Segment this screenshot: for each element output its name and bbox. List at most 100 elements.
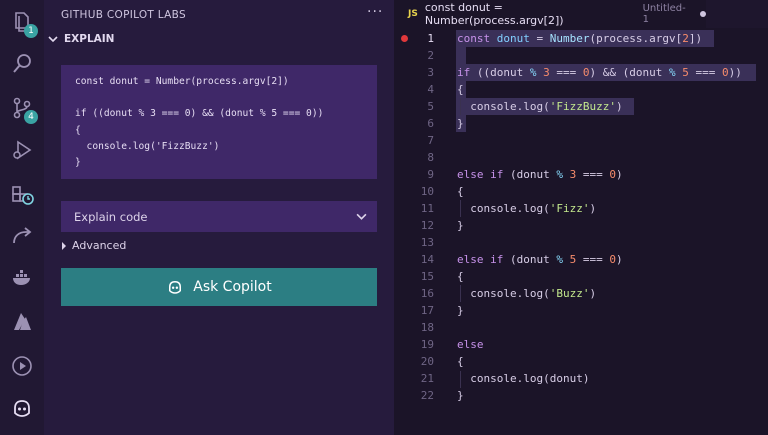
- line-number: 11: [420, 202, 434, 215]
- line-text: else if (donut % 5 === 0): [457, 253, 623, 266]
- line-number: 15: [420, 270, 434, 283]
- line-text: if ((donut % 3 === 0) && (donut % 5 === …: [457, 66, 742, 79]
- ask-copilot-button[interactable]: Ask Copilot: [61, 268, 377, 306]
- explorer-badge: 1: [24, 24, 38, 38]
- activity-bar: 1 4: [0, 0, 44, 435]
- selected-code-preview: const donut = Number(process.argv[2]) if…: [61, 65, 377, 179]
- code-line: 1 const donut = Number(process.argv[2]): [394, 30, 768, 47]
- code-line: console.log('FizzBuzz'): [75, 140, 220, 152]
- explain-section-header[interactable]: EXPLAIN: [48, 33, 114, 45]
- remote-icon: [13, 227, 32, 244]
- code-line: 11 console.log('Fizz'): [394, 200, 768, 217]
- line-text: else: [457, 338, 484, 351]
- code-line: 12 }: [394, 217, 768, 234]
- chevron-down-icon: [356, 213, 367, 220]
- editor-tab-bar: JS const donut = Number(process.argv[2])…: [394, 0, 768, 28]
- line-text: }: [457, 117, 464, 130]
- line-text: console.log('Fizz'): [457, 202, 597, 215]
- line-text: else if (donut % 3 === 0): [457, 168, 623, 181]
- panel-title: GITHUB COPILOT LABS: [61, 9, 186, 21]
- line-text: console.log(donut): [457, 372, 590, 385]
- code-line: 10 {: [394, 183, 768, 200]
- code-line: 13: [394, 234, 768, 251]
- code-line: 17 }: [394, 302, 768, 319]
- explorer-button[interactable]: 1: [0, 2, 44, 42]
- extensions-button[interactable]: [0, 174, 44, 214]
- line-number: 2: [427, 49, 434, 62]
- line-number: 4: [427, 83, 434, 96]
- line-number: 12: [420, 219, 434, 232]
- section-title: EXPLAIN: [64, 33, 115, 45]
- play-button[interactable]: [0, 346, 44, 386]
- docker-icon: [13, 270, 30, 285]
- line-number: 6: [427, 117, 434, 130]
- line-number: 7: [427, 134, 434, 147]
- code-line: 20 {: [394, 353, 768, 370]
- line-text: console.log('Buzz'): [457, 287, 597, 300]
- code-line: 19 else: [394, 336, 768, 353]
- code-line: 15 {: [394, 268, 768, 285]
- line-number: 20: [420, 355, 434, 368]
- more-actions-button[interactable]: ···: [367, 4, 383, 20]
- code-line: 16 console.log('Buzz'): [394, 285, 768, 302]
- code-line: if ((donut % 3 === 0) && (donut % 5 === …: [75, 108, 324, 120]
- extensions-icon: [12, 186, 34, 205]
- copilot-icon: [14, 400, 30, 417]
- code-line: 22 }: [394, 387, 768, 404]
- line-number: 14: [420, 253, 434, 266]
- code-line: }: [75, 156, 81, 168]
- line-text: console.log('FizzBuzz'): [457, 100, 623, 113]
- line-text: const donut = Number(process.argv[2]): [457, 32, 703, 45]
- search-icon: [13, 54, 31, 73]
- code-line: 3 if ((donut % 3 === 0) && (donut % 5 ==…: [394, 64, 768, 81]
- javascript-file-icon: JS: [408, 9, 418, 19]
- unsaved-dot-icon[interactable]: [700, 11, 706, 17]
- run-debug-button[interactable]: [0, 130, 44, 170]
- code-line: 5 console.log('FizzBuzz'): [394, 98, 768, 115]
- remote-button[interactable]: [0, 216, 44, 256]
- line-text: }: [457, 304, 464, 317]
- code-line: 4 {: [394, 81, 768, 98]
- line-number: 5: [427, 100, 434, 113]
- play-icon: [12, 356, 32, 376]
- azure-button[interactable]: [0, 302, 44, 342]
- advanced-toggle[interactable]: Advanced: [61, 239, 126, 252]
- action-select[interactable]: Explain code: [61, 201, 377, 232]
- line-number: 18: [420, 321, 434, 334]
- docker-button[interactable]: [0, 258, 44, 298]
- code-editor[interactable]: 1 const donut = Number(process.argv[2]) …: [394, 28, 768, 435]
- code-line: const donut = Number(process.argv[2]): [75, 76, 289, 87]
- copilot-labs-button[interactable]: [0, 388, 44, 428]
- line-number: 22: [420, 389, 434, 402]
- code-line: 7: [394, 132, 768, 149]
- advanced-label: Advanced: [72, 239, 127, 252]
- tab-path: Untitled-1: [642, 3, 686, 25]
- editor-tab[interactable]: JS const donut = Number(process.argv[2])…: [394, 0, 706, 28]
- code-line: 14 else if (donut % 5 === 0): [394, 251, 768, 268]
- line-number: 17: [420, 304, 434, 317]
- chevron-down-icon: [48, 36, 58, 43]
- line-number: 1: [427, 32, 434, 45]
- line-number: 8: [427, 151, 434, 164]
- caret-right-icon: [62, 241, 66, 250]
- azure-icon: [14, 313, 31, 330]
- source-control-badge: 4: [24, 110, 38, 124]
- line-text: }: [457, 219, 464, 232]
- copilot-labs-panel: GITHUB COPILOT LABS ··· EXPLAIN const do…: [44, 0, 394, 435]
- search-button[interactable]: [0, 44, 44, 84]
- run-debug-icon: [13, 140, 32, 160]
- select-value: Explain code: [74, 209, 148, 224]
- ask-copilot-label: Ask Copilot: [193, 279, 272, 295]
- source-control-button[interactable]: 4: [0, 88, 44, 128]
- line-number: 3: [427, 66, 434, 79]
- line-text: {: [457, 83, 464, 96]
- code-line: 8: [394, 149, 768, 166]
- code-line: {: [75, 124, 81, 136]
- code-line: 18: [394, 319, 768, 336]
- code-line: 9 else if (donut % 3 === 0): [394, 166, 768, 183]
- line-number: 9: [427, 168, 434, 181]
- line-text: {: [457, 185, 464, 198]
- line-text: {: [457, 355, 464, 368]
- code-line: 21 console.log(donut): [394, 370, 768, 387]
